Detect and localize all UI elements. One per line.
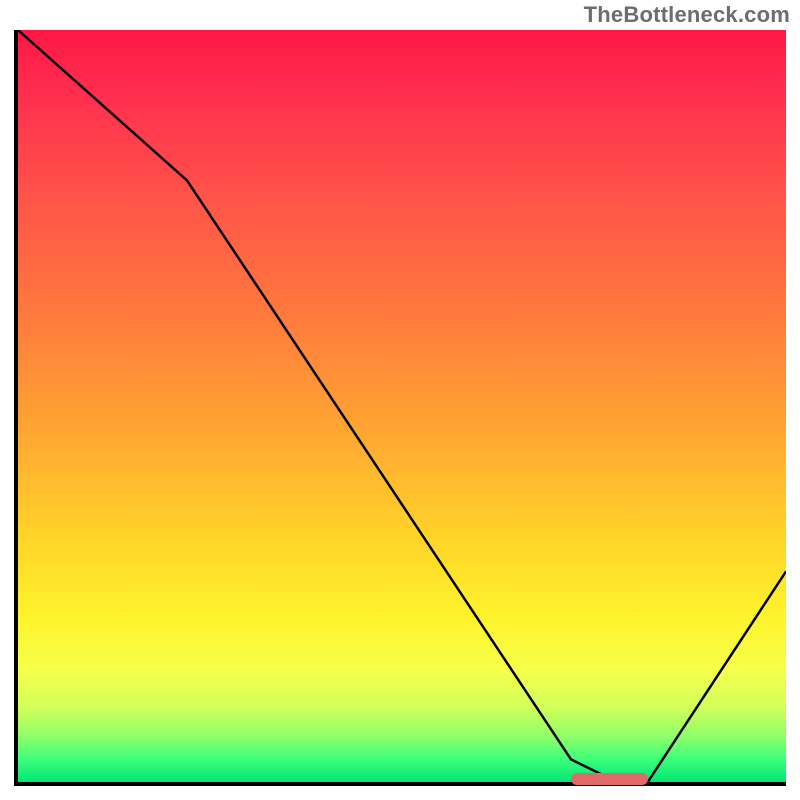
curve-overlay: [18, 30, 786, 782]
bottleneck-curve: [18, 30, 786, 782]
watermark-text: TheBottleneck.com: [584, 2, 790, 28]
plot-area: [14, 30, 786, 786]
optimum-marker: [571, 773, 648, 785]
chart-container: TheBottleneck.com: [0, 0, 800, 800]
